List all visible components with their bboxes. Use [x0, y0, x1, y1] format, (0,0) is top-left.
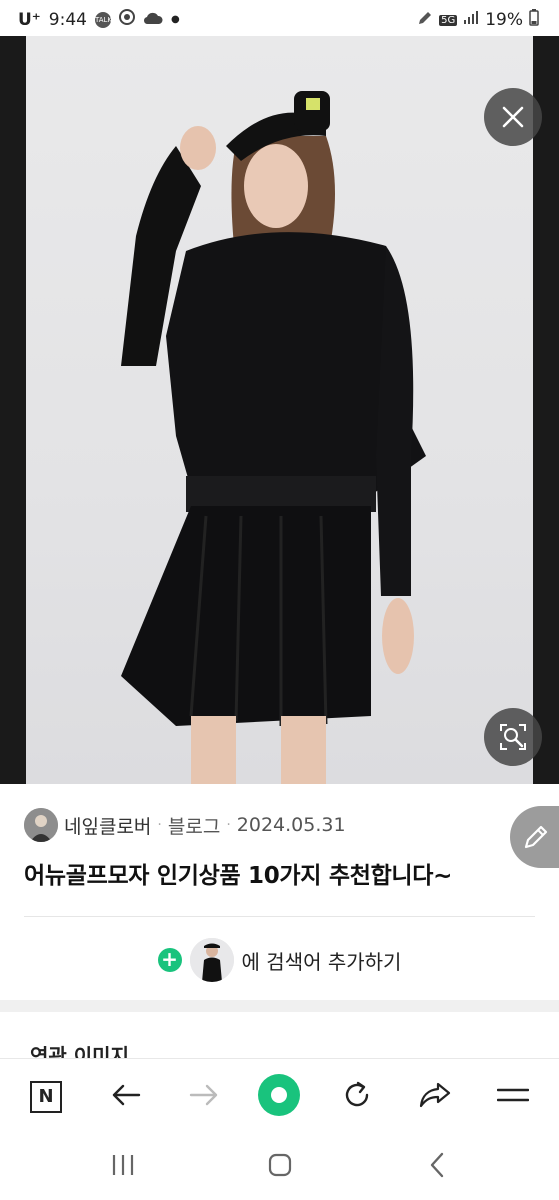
home-icon — [267, 1152, 293, 1182]
share-button[interactable] — [415, 1077, 455, 1117]
pencil-status-icon — [417, 10, 433, 31]
image-viewer[interactable] — [0, 36, 559, 784]
network-type: 5G — [439, 14, 458, 26]
battery-percent: 19% — [485, 10, 523, 30]
notification-dot-icon: ● — [170, 14, 180, 25]
section-gap — [0, 1000, 559, 1012]
close-icon — [501, 105, 525, 133]
status-bar: U⁺ 9:44 TALK ● 5G 19% — [0, 0, 559, 40]
refresh-icon — [341, 1079, 373, 1115]
post-date: 2024.05.31 — [236, 814, 346, 836]
recent-apps-button[interactable] — [108, 1152, 138, 1182]
battery-icon — [529, 9, 539, 31]
divider — [24, 916, 535, 917]
chrome-icon — [118, 9, 135, 30]
arrow-left-icon — [111, 1083, 141, 1111]
system-navigation-bar — [0, 1136, 559, 1200]
close-button[interactable] — [484, 88, 542, 146]
separator-dot: · — [157, 817, 162, 833]
cloud-icon — [143, 10, 163, 30]
pencil-icon — [522, 823, 550, 855]
recent-apps-icon — [110, 1153, 136, 1181]
system-back-button[interactable] — [422, 1152, 452, 1182]
add-search-label: 에 검색어 추가하기 — [241, 949, 402, 974]
carrier-label: U⁺ — [18, 9, 41, 30]
share-icon — [419, 1081, 451, 1113]
refresh-button[interactable] — [337, 1077, 377, 1117]
image-search-button[interactable] — [484, 708, 542, 766]
plus-icon: + — [157, 948, 182, 972]
back-button[interactable] — [106, 1077, 146, 1117]
product-photo — [26, 36, 533, 784]
add-search-keyword[interactable]: + 에 검색어 추가하기 — [0, 932, 559, 988]
menu-button[interactable] — [493, 1077, 533, 1117]
arrow-right-icon — [189, 1083, 219, 1111]
talk-icon: TALK — [94, 11, 112, 28]
naver-home-button[interactable]: N — [26, 1077, 66, 1117]
post-source: 블로그 — [167, 815, 221, 838]
forward-button[interactable] — [184, 1077, 224, 1117]
clock: 9:44 — [48, 9, 87, 30]
image-search-icon — [498, 722, 528, 756]
author-name[interactable]: 네잎클로버 — [64, 812, 151, 839]
home-button[interactable] — [265, 1152, 295, 1182]
post-meta: 네잎클로버 · 블로그 · 2024.05.31 — [24, 808, 346, 842]
naver-n-icon: N — [30, 1081, 62, 1113]
edit-button[interactable] — [510, 806, 559, 868]
signal-icon — [463, 10, 479, 30]
author-avatar[interactable] — [24, 808, 58, 842]
browser-toolbar: N — [0, 1058, 559, 1136]
green-dot-icon — [258, 1074, 300, 1120]
green-dot-button[interactable] — [258, 1074, 300, 1120]
keyword-thumbnail — [189, 938, 234, 982]
chevron-left-icon — [427, 1152, 447, 1182]
post-title[interactable]: 어뉴골프모자 인기상품 10가지 추천합니다~ — [24, 856, 452, 890]
hamburger-icon — [496, 1085, 530, 1109]
separator-dot: · — [226, 817, 231, 833]
